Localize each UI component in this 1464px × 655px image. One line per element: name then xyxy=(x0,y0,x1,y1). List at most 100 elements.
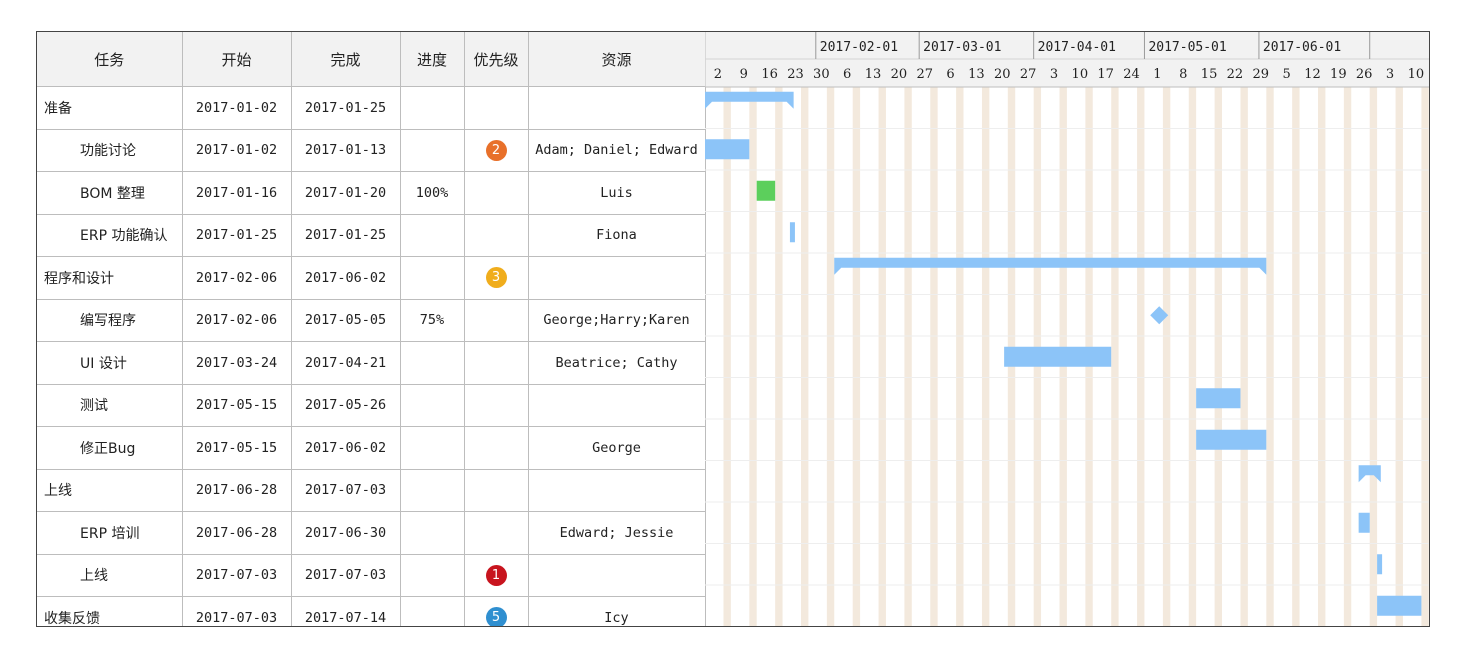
task-row[interactable]: 修正Bug 2017-05-15 2017-06-02 George xyxy=(37,426,706,470)
task-name-cell[interactable]: 准备 xyxy=(37,86,183,130)
resources-cell[interactable]: Fiona xyxy=(527,213,706,257)
task-row[interactable]: UI 设计 2017-03-24 2017-04-21 Beatrice; Cathy xyxy=(37,341,706,385)
start-date-cell[interactable]: 2017-05-15 xyxy=(181,383,292,427)
finish-date-cell[interactable]: 2017-05-05 xyxy=(290,298,401,342)
priority-cell[interactable] xyxy=(463,213,529,257)
priority-cell[interactable] xyxy=(463,298,529,342)
task-name-cell[interactable]: UI 设计 xyxy=(37,341,183,385)
column-header-priority[interactable]: 优先级 xyxy=(463,32,529,87)
priority-cell[interactable] xyxy=(463,86,529,130)
finish-date-cell[interactable]: 2017-06-02 xyxy=(290,256,401,300)
progress-cell[interactable]: 75% xyxy=(399,298,465,342)
task-row[interactable]: ERP 功能确认 2017-01-25 2017-01-25 Fiona xyxy=(37,213,706,257)
resources-cell[interactable]: Icy xyxy=(527,596,706,626)
week-label: 26 xyxy=(1356,67,1373,82)
progress-cell[interactable] xyxy=(399,426,465,470)
task-name-cell[interactable]: ERP 功能确认 xyxy=(37,213,183,257)
task-row[interactable]: ERP 培训 2017-06-28 2017-06-30 Edward; Jessie xyxy=(37,511,706,555)
start-date-cell[interactable]: 2017-06-28 xyxy=(181,511,292,555)
task-name-cell[interactable]: 功能讨论 xyxy=(37,128,183,172)
column-header-task[interactable]: 任务 xyxy=(37,32,183,87)
finish-date-cell[interactable]: 2017-01-25 xyxy=(290,213,401,257)
finish-date-cell[interactable]: 2017-05-26 xyxy=(290,383,401,427)
task-row[interactable]: 功能讨论 2017-01-02 2017-01-13 2 Adam; Daniel; E… xyxy=(37,128,706,172)
start-date-cell[interactable]: 2017-01-02 xyxy=(181,128,292,172)
progress-cell[interactable] xyxy=(399,596,465,626)
task-bar xyxy=(705,139,750,160)
start-date-cell[interactable]: 2017-03-24 xyxy=(181,341,292,385)
progress-cell[interactable] xyxy=(399,341,465,385)
task-name-cell[interactable]: ERP 培训 xyxy=(37,511,183,555)
resources-cell[interactable] xyxy=(527,86,706,130)
finish-date-cell[interactable]: 2017-06-02 xyxy=(290,426,401,470)
start-date-cell[interactable]: 2017-02-06 xyxy=(181,298,292,342)
priority-cell[interactable]: 3 xyxy=(463,256,529,300)
start-date-cell[interactable]: 2017-06-28 xyxy=(181,468,292,512)
priority-cell[interactable] xyxy=(463,341,529,385)
column-header-finish[interactable]: 完成 xyxy=(290,32,401,87)
progress-cell[interactable] xyxy=(399,383,465,427)
start-date-cell[interactable]: 2017-05-15 xyxy=(181,426,292,470)
resources-cell[interactable]: George xyxy=(527,426,706,470)
priority-cell[interactable] xyxy=(463,383,529,427)
finish-date-cell[interactable]: 2017-01-20 xyxy=(290,171,401,215)
task-name-cell[interactable]: 修正Bug xyxy=(37,426,183,470)
task-row[interactable]: 上线 2017-06-28 2017-07-03 xyxy=(37,468,706,512)
task-row[interactable]: 程序和设计 2017-02-06 2017-06-02 3 xyxy=(37,256,706,300)
priority-cell[interactable] xyxy=(463,468,529,512)
progress-cell[interactable] xyxy=(399,213,465,257)
task-row[interactable]: 准备 2017-01-02 2017-01-25 xyxy=(37,86,706,130)
priority-cell[interactable]: 2 xyxy=(463,128,529,172)
task-name-cell[interactable]: 上线 xyxy=(37,468,183,512)
resources-cell[interactable]: Luis xyxy=(527,171,706,215)
resources-cell[interactable]: George;Harry;Karen xyxy=(527,298,706,342)
task-name-cell[interactable]: 程序和设计 xyxy=(37,256,183,300)
finish-date-cell[interactable]: 2017-01-25 xyxy=(290,86,401,130)
task-row[interactable]: 编写程序 2017-02-06 2017-05-05 75% George;Harry;… xyxy=(37,298,706,342)
finish-date-cell[interactable]: 2017-06-30 xyxy=(290,511,401,555)
priority-cell[interactable]: 1 xyxy=(463,553,529,597)
start-date-cell[interactable]: 2017-07-03 xyxy=(181,553,292,597)
resources-cell[interactable]: Adam; Daniel; Edward xyxy=(527,128,706,172)
task-name-cell[interactable]: 编写程序 xyxy=(37,298,183,342)
task-name-cell[interactable]: 收集反馈 xyxy=(37,596,183,626)
progress-cell[interactable] xyxy=(399,128,465,172)
progress-cell[interactable] xyxy=(399,511,465,555)
resources-cell[interactable] xyxy=(527,468,706,512)
progress-cell[interactable] xyxy=(399,468,465,512)
priority-cell[interactable] xyxy=(463,511,529,555)
start-date-cell[interactable]: 2017-01-02 xyxy=(181,86,292,130)
progress-cell[interactable] xyxy=(399,553,465,597)
start-date-cell[interactable]: 2017-07-03 xyxy=(181,596,292,626)
priority-cell[interactable] xyxy=(463,426,529,470)
task-row[interactable]: 上线 2017-07-03 2017-07-03 1 xyxy=(37,553,706,597)
resources-cell[interactable] xyxy=(527,256,706,300)
task-row[interactable]: 收集反馈 2017-07-03 2017-07-14 5 Icy xyxy=(37,596,706,626)
start-date-cell[interactable]: 2017-01-25 xyxy=(181,213,292,257)
start-date-cell[interactable]: 2017-02-06 xyxy=(181,256,292,300)
task-name-cell[interactable]: 上线 xyxy=(37,553,183,597)
finish-date-cell[interactable]: 2017-07-03 xyxy=(290,468,401,512)
finish-date-cell[interactable]: 2017-01-13 xyxy=(290,128,401,172)
column-header-resources[interactable]: 资源 xyxy=(527,32,706,87)
task-name-cell[interactable]: 测试 xyxy=(37,383,183,427)
finish-date-cell[interactable]: 2017-07-03 xyxy=(290,553,401,597)
resources-cell[interactable] xyxy=(527,553,706,597)
start-date-cell[interactable]: 2017-01-16 xyxy=(181,171,292,215)
priority-cell[interactable] xyxy=(463,171,529,215)
column-header-progress[interactable]: 进度 xyxy=(399,32,465,87)
finish-date-cell[interactable]: 2017-04-21 xyxy=(290,341,401,385)
finish-date-cell[interactable]: 2017-07-14 xyxy=(290,596,401,626)
task-row[interactable]: 测试 2017-05-15 2017-05-26 xyxy=(37,383,706,427)
resources-cell[interactable]: Beatrice; Cathy xyxy=(527,341,706,385)
progress-cell[interactable] xyxy=(399,86,465,130)
weekend-band xyxy=(801,87,809,626)
task-name-cell[interactable]: BOM 整理 xyxy=(37,171,183,215)
priority-cell[interactable]: 5 xyxy=(463,596,529,626)
task-row[interactable]: BOM 整理 2017-01-16 2017-01-20 100% Luis xyxy=(37,171,706,215)
column-header-start[interactable]: 开始 xyxy=(181,32,292,87)
progress-cell[interactable]: 100% xyxy=(399,171,465,215)
resources-cell[interactable] xyxy=(527,383,706,427)
resources-cell[interactable]: Edward; Jessie xyxy=(527,511,706,555)
progress-cell[interactable] xyxy=(399,256,465,300)
